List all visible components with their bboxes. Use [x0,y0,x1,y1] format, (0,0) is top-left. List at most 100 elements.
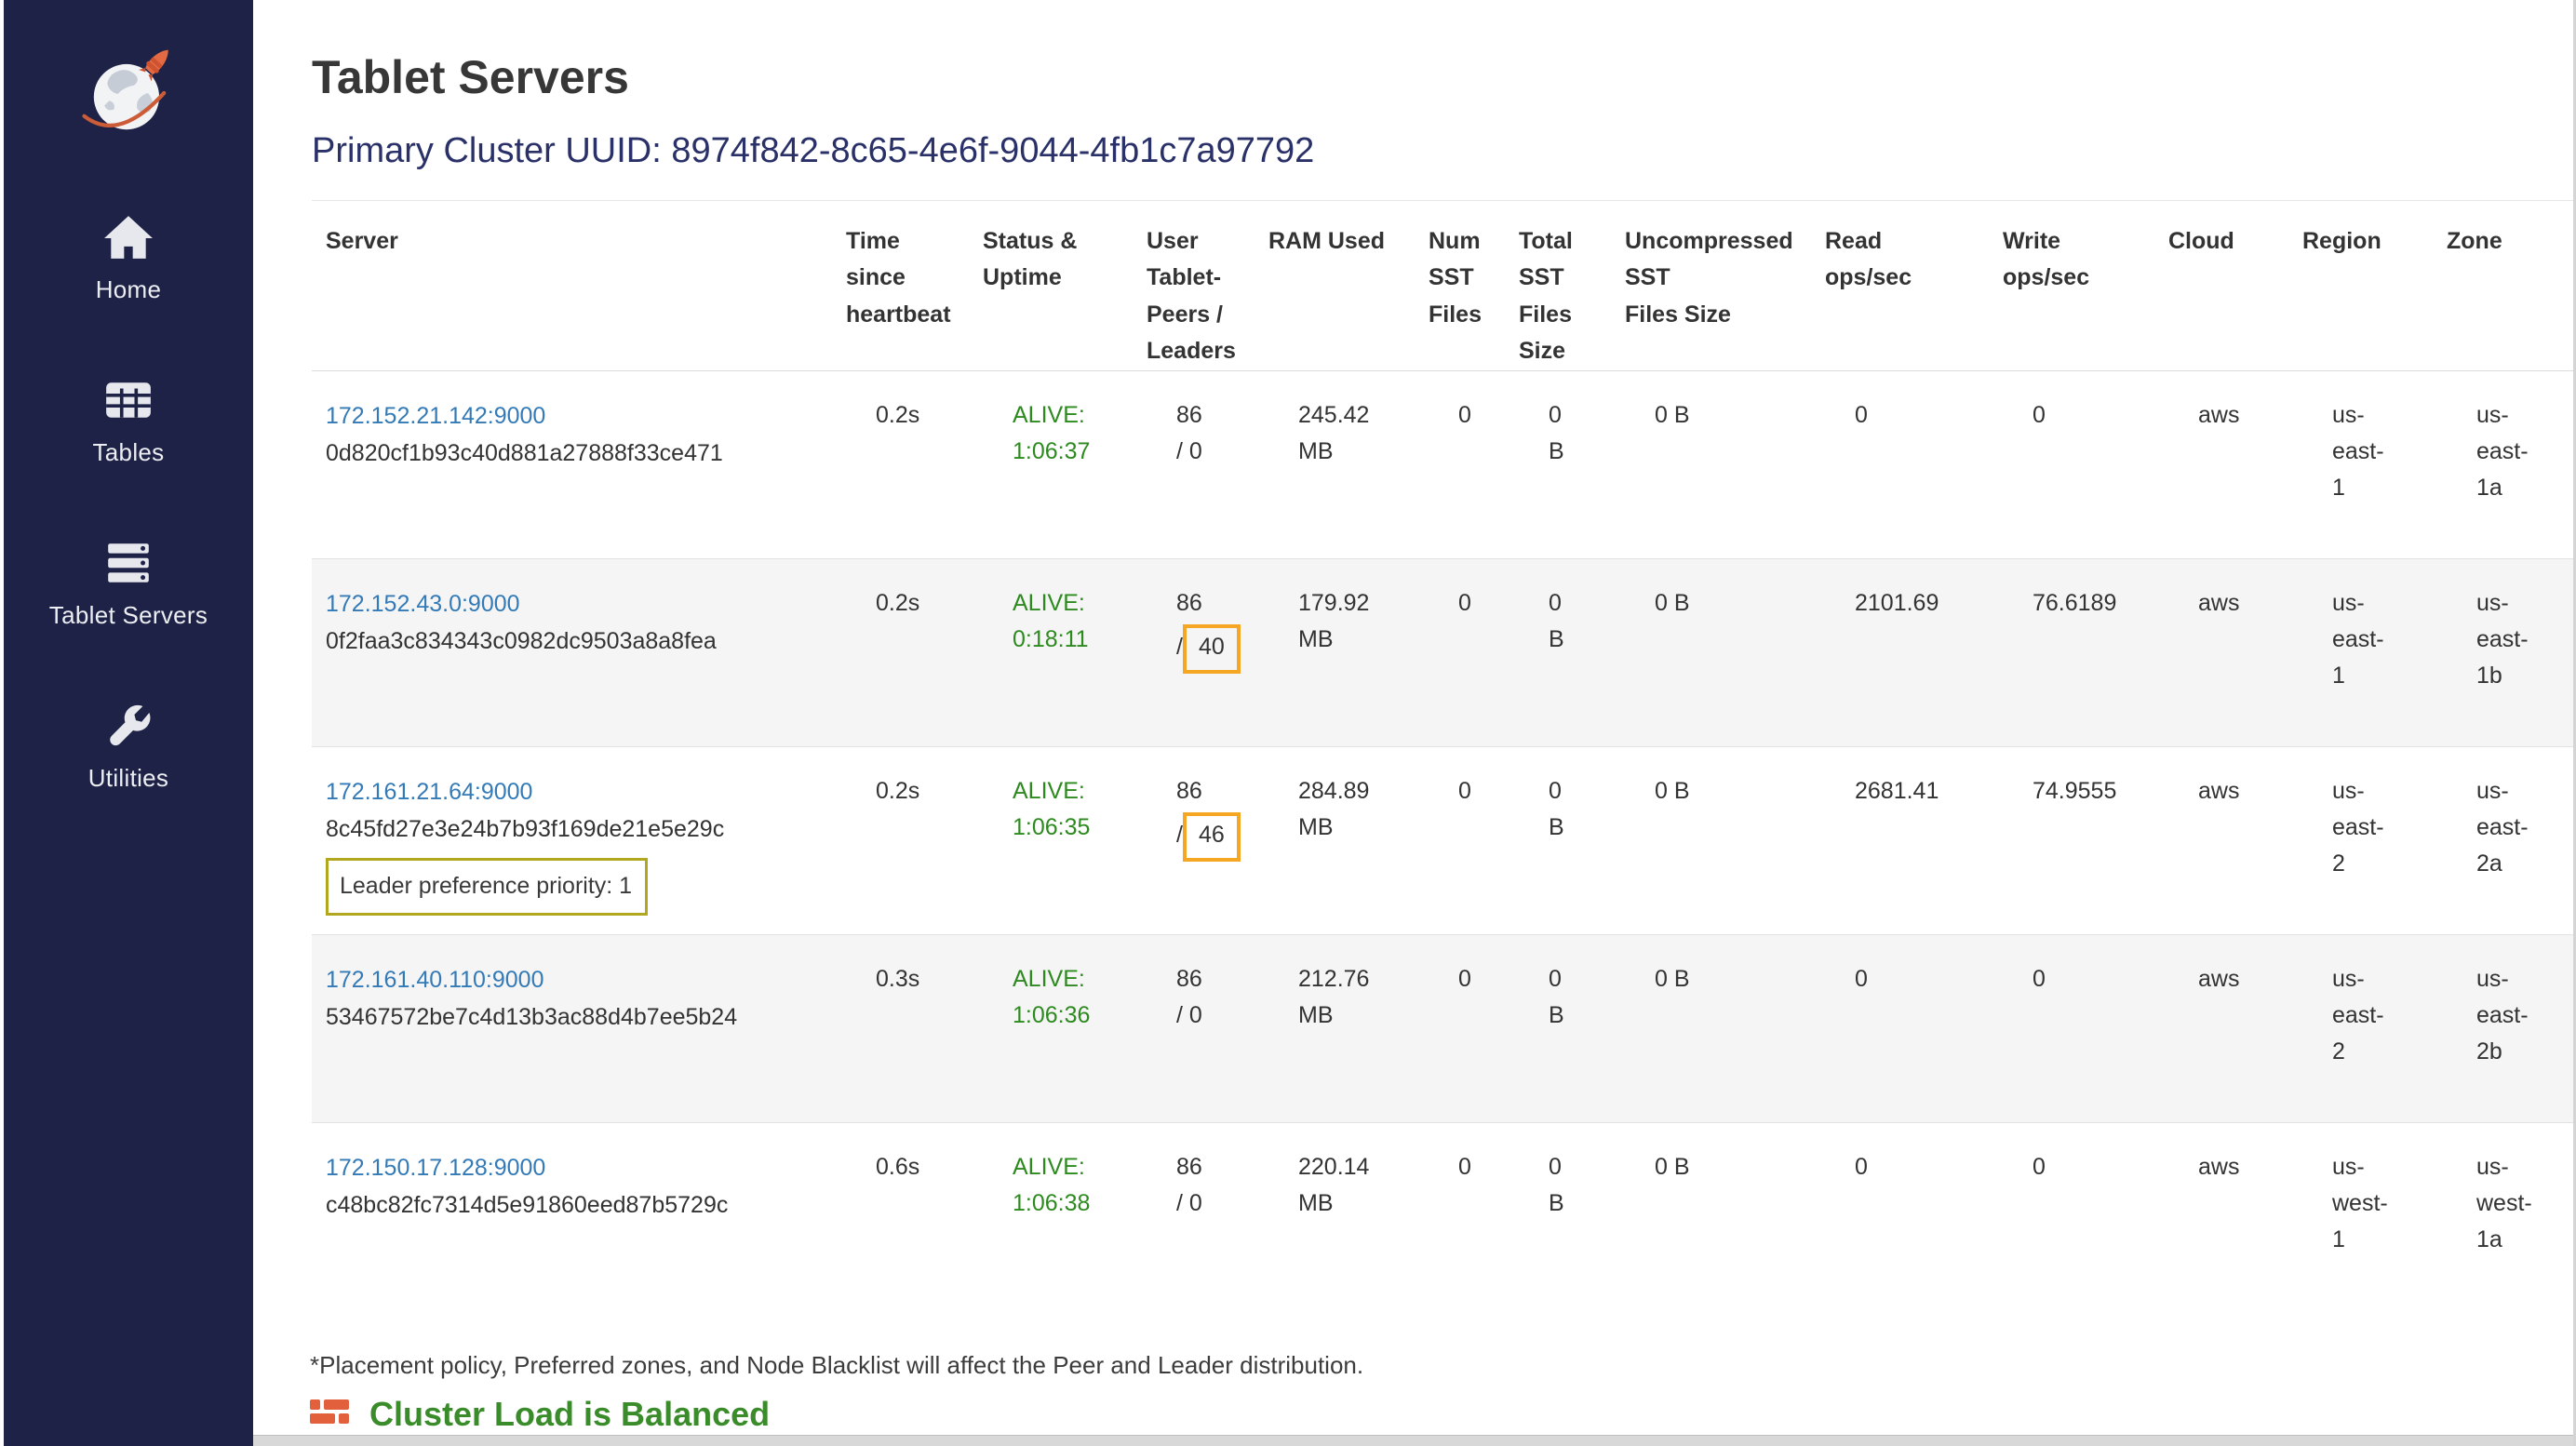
cell-region: us- east- 2 [2288,934,2433,1122]
sidebar-nav: Home Tables Tablet Servers [49,212,208,864]
cell-read-ops: 0 [1811,370,1989,558]
column-header: Time since heartbeat [832,200,969,370]
tablet-servers-table: ServerTime since heartbeatStatus & Uptim… [312,200,2573,1311]
cell-zone: us- east- 2a [2433,746,2573,934]
cell-cloud: aws [2154,558,2288,746]
cell-num-sst-files: 0 [1415,746,1505,934]
cell-zone: us- east- 2b [2433,934,2573,1122]
column-header: User Tablet- Peers / Leaders [1133,200,1254,370]
cell-zone: us- east- 1b [2433,558,2573,746]
sidebar-item-tablet-servers[interactable]: Tablet Servers [49,538,208,630]
cell-read-ops: 2681.41 [1811,746,1989,934]
tablet-servers-icon [103,538,154,588]
cell-write-ops: 0 [1989,934,2154,1122]
column-header: Region [2288,200,2433,370]
cell-ram-used: 179.92 MB [1254,558,1415,746]
cell-cloud: aws [2154,1122,2288,1310]
peers-value: 86 / 0 [1176,966,1202,1028]
cell-region: us- west- 1 [2288,1122,2433,1310]
column-header: Total SST Files Size [1505,200,1611,370]
sidebar-item-label: Utilities [88,764,169,793]
cell-num-sst-files: 0 [1415,558,1505,746]
cell-write-ops: 0 [1989,1122,2154,1310]
cell-uncompressed-sst-size: 0 B [1611,1122,1811,1310]
utilities-icon [103,701,154,751]
tserver-row: 172.161.40.110:9000 53467572be7c4d13b3ac8… [312,934,2573,1122]
server-uuid: 0f2faa3c834343c0982dc9503a8a8fea [326,623,825,661]
column-header: Cloud [2154,200,2288,370]
cell-cloud: aws [2154,746,2288,934]
cell-heartbeat: 0.2s [832,558,969,746]
leader-preference-badge: Leader preference priority: 1 [326,858,648,917]
column-header: Zone [2433,200,2573,370]
cell-cloud: aws [2154,934,2288,1122]
cell-write-ops: 76.6189 [1989,558,2154,746]
cell-peers-leaders: 86 /40 [1133,558,1254,746]
placement-policy-note: *Placement policy, Preferred zones, and … [310,1351,2576,1380]
sidebar-item-label: Home [96,275,162,304]
peers-value: 86 / 0 [1176,1154,1202,1216]
sidebar-item-tables[interactable]: Tables [93,375,165,467]
server-uuid: 53467572be7c4d13b3ac88d4b7ee5b24 [326,998,825,1037]
cell-peers-leaders: 86 / 0 [1133,1122,1254,1310]
server-link[interactable]: 172.161.40.110:9000 [326,967,544,993]
tablet-servers-table-wrap: ServerTime since heartbeatStatus & Uptim… [312,200,2573,1311]
window-bottom-strip [253,1435,2576,1446]
server-uuid: c48bc82fc7314d5e91860eed87b5729c [326,1186,825,1225]
yugabyte-logo[interactable] [71,37,186,153]
load-balancer-icon [310,1399,349,1432]
sidebar-item-label: Tables [93,438,165,467]
cell-server: 172.161.40.110:9000 53467572be7c4d13b3ac8… [312,934,832,1122]
cell-num-sst-files: 0 [1415,934,1505,1122]
cell-total-sst-size: 0 B [1505,746,1611,934]
column-header: RAM Used [1254,200,1415,370]
cell-region: us- east- 1 [2288,370,2433,558]
cell-heartbeat: 0.6s [832,1122,969,1310]
cell-total-sst-size: 0 B [1505,558,1611,746]
primary-cluster-uuid-heading: Primary Cluster UUID: 8974f842-8c65-4e6f… [312,131,2576,172]
cell-read-ops: 2101.69 [1811,558,1989,746]
cell-region: us- east- 1 [2288,558,2433,746]
cell-uncompressed-sst-size: 0 B [1611,934,1811,1122]
cell-ram-used: 212.76 MB [1254,934,1415,1122]
tserver-table-body: 172.152.21.142:90000d820cf1b93c40d881a27… [312,370,2573,1310]
cell-read-ops: 0 [1811,1122,1989,1310]
cluster-load-status: Cluster Load is Balanced [310,1395,2576,1434]
peers-value: 86 / 0 [1176,402,1202,464]
sidebar-item-label: Tablet Servers [49,601,208,630]
server-link[interactable]: 172.161.21.64:9000 [326,779,532,805]
cell-uncompressed-sst-size: 0 B [1611,370,1811,558]
cell-heartbeat: 0.3s [832,934,969,1122]
cell-peers-leaders: 86 /46 [1133,746,1254,934]
column-header: Status & Uptime [969,200,1133,370]
window-left-edge [0,0,4,1446]
cell-cloud: aws [2154,370,2288,558]
cell-peers-leaders: 86 / 0 [1133,934,1254,1122]
column-header: Server [312,200,832,370]
tserver-row: 172.161.21.64:9000 8c45fd27e3e24b7b93f169… [312,746,2573,934]
cell-status-uptime: ALIVE: 1:06:37 [969,370,1133,558]
sidebar-item-home[interactable]: Home [96,212,162,304]
cell-uncompressed-sst-size: 0 B [1611,746,1811,934]
cell-total-sst-size: 0 B [1505,370,1611,558]
leaders-highlight-box: 46 [1183,812,1241,862]
cell-total-sst-size: 0 B [1505,934,1611,1122]
server-uuid: 8c45fd27e3e24b7b93f169de21e5e29c [326,810,825,849]
cell-status-uptime: ALIVE: 1:06:35 [969,746,1133,934]
server-link[interactable]: 172.152.21.142:9000 [326,403,545,429]
cell-ram-used: 245.42 MB [1254,370,1415,558]
cell-status-uptime: ALIVE: 0:18:11 [969,558,1133,746]
tserver-row: 172.150.17.128:9000 c48bc82fc7314d5e91860… [312,1122,2573,1310]
main-content: Tablet Servers Primary Cluster UUID: 897… [253,0,2576,1446]
cell-num-sst-files: 0 [1415,1122,1505,1310]
sidebar-item-utilities[interactable]: Utilities [88,701,169,793]
server-link[interactable]: 172.150.17.128:9000 [326,1155,545,1181]
cell-zone: us- east- 1a [2433,370,2573,558]
table-header-row: ServerTime since heartbeatStatus & Uptim… [312,200,2573,370]
server-link[interactable]: 172.152.43.0:9000 [326,591,520,617]
cell-write-ops: 0 [1989,370,2154,558]
leaders-highlight-box: 40 [1183,624,1241,674]
tserver-row: 172.152.21.142:90000d820cf1b93c40d881a27… [312,370,2573,558]
cell-heartbeat: 0.2s [832,746,969,934]
cell-status-uptime: ALIVE: 1:06:36 [969,934,1133,1122]
